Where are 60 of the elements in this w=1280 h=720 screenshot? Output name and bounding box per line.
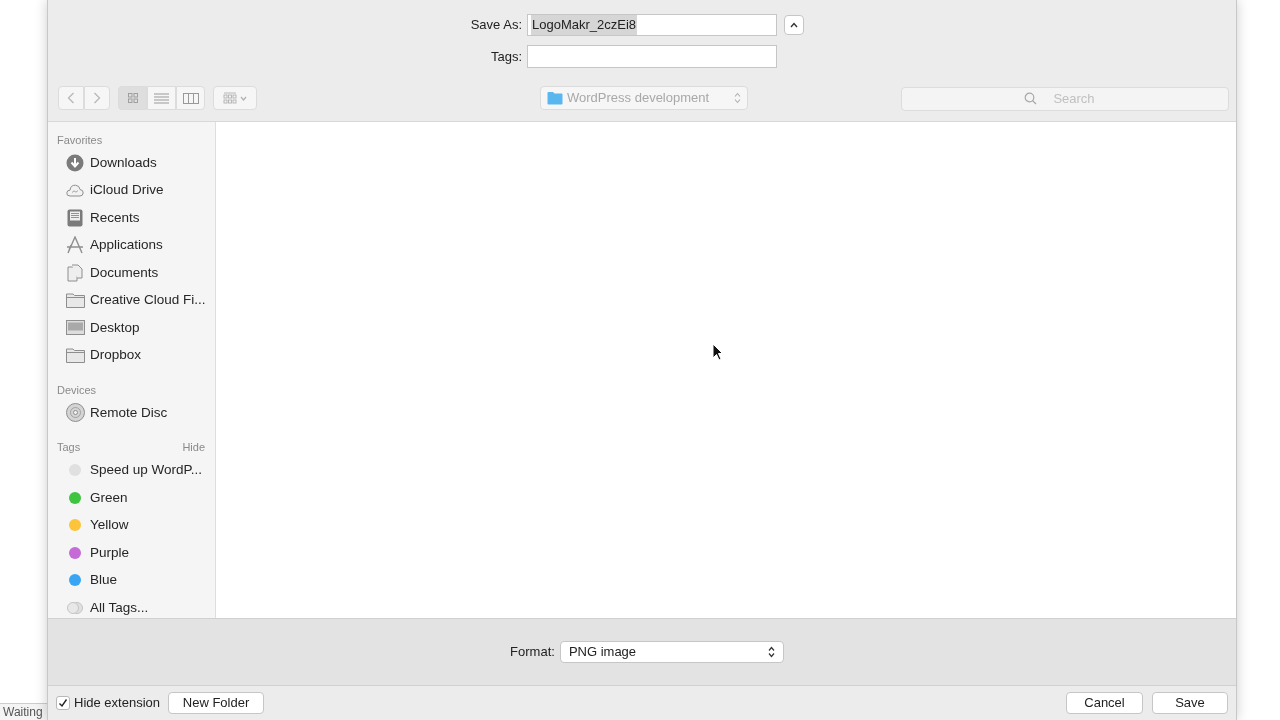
new-folder-button[interactable]: New Folder [168, 692, 264, 714]
cancel-button[interactable]: Cancel [1066, 692, 1143, 714]
sidebar-item[interactable]: All Tags... [48, 594, 215, 618]
sidebar-item[interactable]: Blue [48, 566, 215, 594]
sidebar-item[interactable]: Downloads [48, 149, 215, 177]
sidebar-item[interactable]: Recents [48, 204, 215, 232]
sidebar-item[interactable]: Desktop [48, 314, 215, 342]
sidebar-item[interactable]: Remote Disc [48, 399, 215, 427]
expand-button[interactable] [784, 15, 804, 35]
section-header: Tags [57, 440, 81, 456]
view-mode-button[interactable] [176, 86, 205, 110]
updown-arrows-icon [767, 646, 775, 658]
sidebar-item[interactable]: Applications [48, 231, 215, 259]
folder-icon [547, 91, 563, 105]
hide-extension-label[interactable]: Hide extension [74, 693, 160, 713]
tags-field[interactable] [527, 45, 777, 68]
chevron-down-icon [240, 95, 247, 101]
view-mode-button[interactable] [118, 86, 147, 110]
icon-view-icon [127, 93, 138, 103]
drawer-icon [67, 208, 83, 227]
view-mode-button[interactable] [147, 86, 176, 110]
cloud-icon [66, 183, 84, 197]
format-popup[interactable]: PNG image [559, 641, 784, 663]
document-icon [67, 263, 83, 282]
section-header: Devices [57, 382, 97, 398]
sidebar-item[interactable]: Yellow [48, 511, 215, 539]
tags-icon [67, 601, 83, 614]
sidebar-item[interactable]: Documents [48, 259, 215, 287]
disc-icon [65, 403, 85, 423]
list-view-icon [154, 92, 169, 104]
checkbox[interactable] [56, 696, 70, 710]
download-icon [66, 153, 84, 172]
sidebar-item[interactable]: Dropbox [48, 341, 215, 369]
folder-icon [65, 292, 85, 308]
save-button[interactable]: Save [1152, 692, 1228, 714]
desktop-icon [65, 320, 85, 336]
sidebar-item[interactable]: Speed up WordP... [48, 456, 215, 484]
sidebar-item[interactable]: Creative Cloud Fi... [48, 286, 215, 314]
save-as-field[interactable]: LogoMakr_2czEi8 [527, 14, 777, 36]
save-as-label: Save As: [469, 16, 523, 35]
folder-icon [65, 347, 85, 363]
format-label: Format: [510, 643, 555, 662]
tags-label: Tags: [489, 47, 523, 66]
applications-icon [66, 236, 84, 255]
status-text: Waiting [0, 703, 47, 720]
updown-arrows-icon [734, 92, 741, 104]
search-icon [1024, 92, 1037, 105]
forward-button[interactable] [84, 86, 110, 110]
mouse-pointer-icon [712, 343, 723, 361]
chevron-right-icon [93, 92, 101, 104]
back-button[interactable] [58, 86, 84, 110]
chevron-left-icon [67, 92, 75, 104]
grid-icon [223, 92, 237, 104]
caret-icon [790, 22, 798, 28]
sidebar-item[interactable]: Purple [48, 539, 215, 567]
section-header: Favorites [57, 132, 103, 148]
column-view-icon [182, 92, 199, 104]
arrange-button[interactable] [213, 86, 257, 110]
sidebar-item[interactable]: Green [48, 484, 215, 512]
sidebar-item[interactable]: iCloud Drive [48, 176, 215, 204]
